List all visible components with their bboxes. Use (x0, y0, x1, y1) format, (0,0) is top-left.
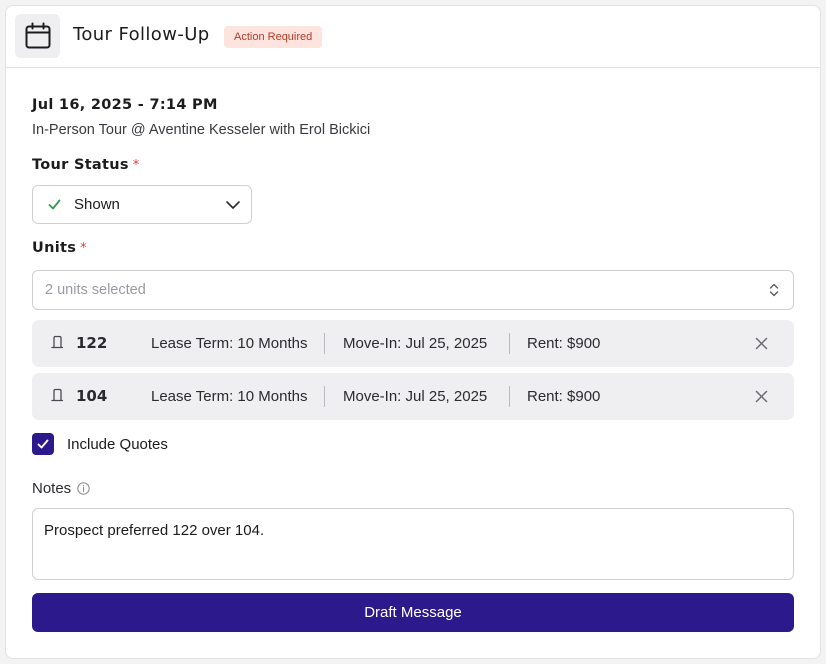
unit-lease-term: Lease Term: 10 Months (151, 335, 308, 352)
check-icon (48, 199, 61, 210)
divider (324, 333, 325, 354)
draft-message-button[interactable]: Draft Message (32, 593, 794, 632)
card-header: Tour Follow-Up Action Required (6, 6, 820, 68)
required-asterisk: * (132, 158, 140, 173)
status-badge: Action Required (224, 26, 323, 48)
include-quotes-checkbox[interactable] (32, 433, 54, 455)
tour-status-label-text: Tour Status (32, 157, 129, 173)
include-quotes-label[interactable]: Include Quotes (67, 436, 168, 453)
units-label: Units * (32, 240, 87, 256)
door-icon (51, 388, 63, 402)
unit-number: 104 (76, 387, 108, 405)
required-asterisk: * (80, 241, 87, 256)
tour-datetime: Jul 16, 2025 - 7:14 PM (32, 97, 218, 113)
divider (509, 386, 510, 407)
notes-textarea[interactable]: Prospect preferred 122 over 104. (32, 508, 794, 580)
unit-lease-term: Lease Term: 10 Months (151, 388, 308, 405)
close-icon[interactable] (755, 337, 768, 350)
check-icon (37, 439, 49, 449)
unit-rent: Rent: $900 (527, 335, 601, 352)
unit-number: 122 (76, 334, 108, 352)
unit-row: 104 Lease Term: 10 Months Move-In: Jul 2… (32, 373, 794, 420)
divider (509, 333, 510, 354)
tour-status-label: Tour Status * (32, 157, 140, 173)
chevron-up-down-icon (769, 283, 779, 297)
units-select[interactable]: 2 units selected (32, 270, 794, 310)
unit-rent: Rent: $900 (527, 388, 601, 405)
units-label-text: Units (32, 240, 77, 256)
tour-description: In-Person Tour @ Aventine Kesseler with … (32, 122, 371, 138)
unit-row: 122 Lease Term: 10 Months Move-In: Jul 2… (32, 320, 794, 367)
unit-move-in: Move-In: Jul 25, 2025 (343, 388, 488, 405)
info-icon[interactable] (77, 482, 90, 495)
unit-move-in: Move-In: Jul 25, 2025 (343, 335, 488, 352)
calendar-icon (15, 14, 60, 58)
notes-label: Notes (32, 480, 72, 497)
close-icon[interactable] (755, 390, 768, 403)
tour-status-value: Shown (74, 196, 120, 213)
tour-follow-up-card: Tour Follow-Up Action Required Jul 16, 2… (5, 5, 821, 659)
divider (324, 386, 325, 407)
door-icon (51, 335, 63, 349)
chevron-down-icon (226, 201, 240, 209)
units-select-placeholder: 2 units selected (45, 282, 146, 298)
page-title: Tour Follow-Up (73, 24, 210, 45)
tour-status-select[interactable]: Shown (32, 185, 252, 224)
